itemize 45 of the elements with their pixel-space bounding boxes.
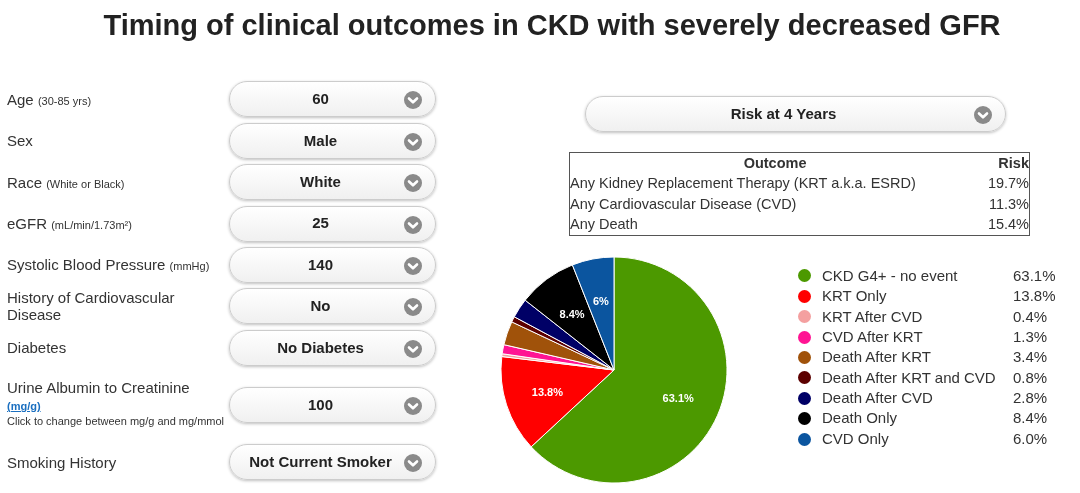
field-hint: (mL/min/1.73m²) xyxy=(51,219,132,232)
field-hint: (mmHg) xyxy=(169,260,210,273)
legend-label: CVD Only xyxy=(822,428,890,449)
table-cell: 15.4% xyxy=(980,214,1030,236)
field-label: Smoking History xyxy=(7,453,117,471)
field-label: Race xyxy=(7,173,43,191)
legend-label: KRT After CVD xyxy=(822,306,924,327)
column-header: Outcome xyxy=(569,152,981,174)
legend-label: Death Only xyxy=(822,408,899,429)
field-note: Click to change between mg/g and mg/mmol xyxy=(7,414,226,430)
legend-value: 6.0% xyxy=(1013,428,1048,449)
field-label: History of Cardiovascular Disease xyxy=(7,289,175,324)
table-cell: Any Death xyxy=(569,214,981,236)
field-hint: (30-85 yrs) xyxy=(37,94,92,107)
legend-label: Death After KRT and CVD xyxy=(822,367,997,388)
table-cell: Any Kidney Replacement Therapy (KRT a.k.a. ESRD) xyxy=(569,173,981,194)
legend-value: 63.1% xyxy=(1013,265,1056,286)
page-title: Timing of clinical outcomes in CKD with severely decreased GFR xyxy=(102,8,1002,43)
table-cell: Any Cardiovascular Disease (CVD) xyxy=(569,193,981,215)
table-cell: 19.7% xyxy=(980,173,1030,194)
legend-value: 2.8% xyxy=(1013,388,1048,409)
legend-label: Death After KRT xyxy=(822,347,932,368)
field-label: eGFR xyxy=(7,215,47,233)
field-hint: (White or Black) xyxy=(46,177,125,190)
table-cell: 11.3% xyxy=(980,193,1030,215)
legend-value: 1.3% xyxy=(1013,326,1048,347)
field-label: Systolic Blood Pressure xyxy=(7,256,166,274)
legend-value: 13.8% xyxy=(1013,286,1056,307)
field-label: Diabetes xyxy=(7,339,67,357)
slice-label: 13.8% xyxy=(531,385,563,398)
field-label: Sex xyxy=(7,132,33,150)
slice-label: 6% xyxy=(592,295,609,307)
legend-label: CVD After KRT xyxy=(822,326,924,347)
legend-value: 0.4% xyxy=(1013,306,1048,327)
slice-label: 8.4% xyxy=(559,307,585,320)
field-label: Urine Albumin to Creatinine xyxy=(7,379,190,396)
field-label: Age xyxy=(7,90,34,108)
legend-label: CKD G4+ - no event xyxy=(822,265,959,286)
legend-value: 8.4% xyxy=(1013,408,1048,429)
slice-label: 63.1% xyxy=(662,391,694,404)
legend-value: 0.8% xyxy=(1013,367,1048,388)
legend-value: 3.4% xyxy=(1013,347,1048,368)
column-header: Risk xyxy=(980,152,1030,174)
legend-label: Death After CVD xyxy=(822,388,934,409)
legend-label: KRT Only xyxy=(822,286,888,307)
